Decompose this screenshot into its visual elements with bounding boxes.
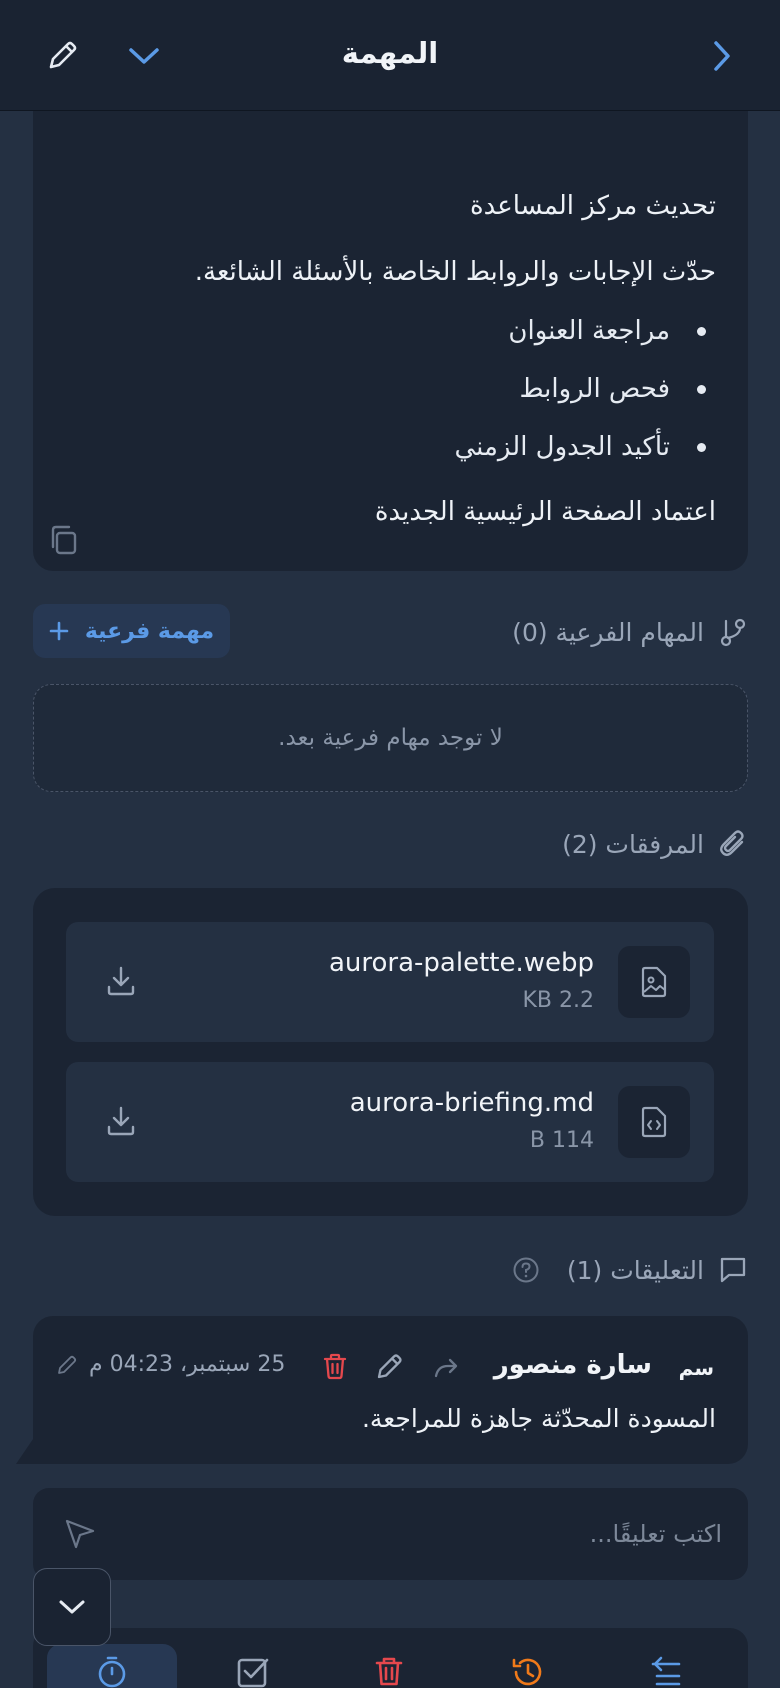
checkbox-icon (237, 1658, 269, 1688)
chevron-down-icon (59, 1600, 85, 1614)
branch-icon (718, 617, 748, 647)
subtasks-empty-state: لا توجد مهام فرعية بعد. (33, 684, 748, 792)
trash-icon (375, 1657, 403, 1686)
pencil-icon (49, 41, 77, 69)
attachment-name: aurora-palette.webp (328, 948, 594, 978)
paperclip-icon (718, 829, 748, 859)
download-icon (107, 1106, 135, 1136)
download-button[interactable] (104, 964, 138, 998)
attachment-item[interactable]: aurora-briefing.md B 114 (66, 1062, 714, 1182)
add-subtask-button[interactable]: مهمة فرعية (33, 604, 230, 658)
list-item: مراجعة العنوان (454, 314, 716, 372)
attachments-title: المرفقات (2) (562, 829, 704, 859)
help-icon[interactable] (511, 1255, 541, 1285)
timer-icon (98, 1656, 126, 1688)
list-item: فحص الروابط (454, 372, 716, 430)
pencil-icon (377, 1354, 402, 1379)
bottom-toolbar (33, 1628, 748, 1688)
comment-text: المسودة المحدّثة جاهزة للمراجعة. (361, 1404, 716, 1433)
trash-icon (323, 1353, 347, 1380)
comment-time: 25 سبتمبر، 04:23 م (89, 1352, 286, 1377)
reply-button[interactable] (430, 1352, 462, 1384)
comments-header: التعليقات (1) (511, 1250, 748, 1290)
description-checklist: مراجعة العنوان فحص الروابط تأكيد الجدول … (454, 314, 716, 488)
comment-timestamp: 25 سبتمبر، 04:23 م (55, 1352, 285, 1377)
edit-comment-button[interactable] (373, 1351, 405, 1383)
subtasks-title: المهام الفرعية (0) (512, 617, 704, 647)
add-subtask-label: مهمة فرعية (84, 618, 215, 644)
forward-arrow-icon (434, 1358, 458, 1378)
code-file-icon (618, 1086, 690, 1158)
comments-title: التعليقات (1) (566, 1255, 704, 1285)
chevron-down-icon (129, 48, 159, 64)
attachments-header: المرفقات (2) (562, 824, 748, 864)
avatar: سم (678, 1356, 714, 1380)
copy-button[interactable] (47, 523, 81, 557)
attachment-size: KB 2.2 (522, 988, 595, 1013)
edit-task-button[interactable] (42, 36, 82, 76)
description-footer: اعتماد الصفحة الرئيسية الجديدة (374, 497, 716, 527)
timer-button[interactable] (90, 1654, 134, 1688)
comment-input[interactable] (122, 1508, 722, 1560)
history-icon (512, 1658, 542, 1686)
description-heading: تحديث مركز المساعدة (469, 191, 716, 221)
attachment-size: B 114 (529, 1128, 594, 1153)
move-icon (651, 1656, 681, 1686)
complete-button[interactable] (231, 1654, 275, 1688)
plus-icon (49, 621, 69, 641)
comment-item: سم سارة منصور 25 سبتمبر، 04:23 م المسودة… (33, 1316, 748, 1464)
edited-pencil-icon (58, 1355, 77, 1374)
image-file-icon (618, 946, 690, 1018)
delete-task-button[interactable] (367, 1654, 411, 1688)
send-button[interactable] (61, 1516, 97, 1552)
collapse-button[interactable] (124, 38, 164, 74)
attachment-item[interactable]: aurora-palette.webp KB 2.2 (66, 922, 714, 1042)
copy-icon (51, 525, 77, 555)
comment-icon (718, 1255, 748, 1285)
send-icon (65, 1519, 95, 1549)
comment-composer (33, 1488, 748, 1580)
comment-author: سارة منصور (493, 1350, 652, 1380)
app-header: المهمة (0, 0, 780, 111)
description-body: حدّث الإجابات والروابط الخاصة بالأسئلة ا… (194, 257, 716, 287)
page-title: المهمة (341, 36, 439, 70)
list-item: تأكيد الجدول الزمني (454, 430, 716, 488)
description-card: تحديث مركز المساعدة حدّث الإجابات والروا… (33, 111, 748, 571)
attachments-panel: aurora-palette.webp KB 2.2 aurora-briefi… (33, 888, 748, 1216)
download-icon (107, 966, 135, 996)
subtasks-header: المهام الفرعية (0) (512, 612, 748, 652)
history-button[interactable] (506, 1654, 550, 1688)
attachment-name: aurora-briefing.md (349, 1088, 594, 1118)
move-button[interactable] (645, 1654, 689, 1688)
scroll-down-button[interactable] (33, 1568, 111, 1646)
download-button[interactable] (104, 1104, 138, 1138)
delete-comment-button[interactable] (319, 1350, 351, 1382)
